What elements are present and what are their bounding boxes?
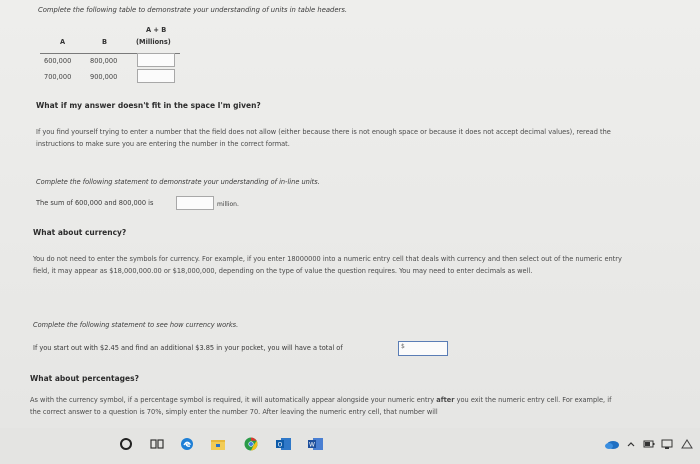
currency-total-input[interactable]: $ (398, 341, 448, 356)
currency-heading: What about currency? (33, 228, 127, 237)
worksheet-page: Complete the following table to demonstr… (0, 0, 700, 428)
battery-icon[interactable] (642, 436, 656, 450)
table-instructions: Complete the following table to demonstr… (38, 6, 348, 14)
units-table: A B A + B (Millions) 600,000 800,000 700… (40, 22, 190, 86)
percent-heading: What about percentages? (30, 374, 139, 383)
header-sum-top: A + B (146, 26, 167, 34)
row1-b: 800,000 (90, 57, 118, 65)
outlook-icon[interactable]: O (276, 436, 291, 450)
header-a: A (60, 38, 66, 46)
edge-icon[interactable] (180, 436, 194, 450)
chrome-icon[interactable] (244, 436, 258, 451)
currency-body: You do not need to enter the symbols for… (33, 255, 622, 275)
fit-body: If you find yourself trying to enter a n… (36, 128, 611, 148)
chevron-up-icon[interactable] (626, 436, 640, 450)
word-icon[interactable]: W (308, 436, 323, 450)
row2-a: 700,000 (44, 73, 72, 81)
taskbar: O W (0, 428, 700, 464)
header-b: B (102, 38, 108, 46)
svg-text:W: W (309, 442, 315, 449)
row2-b: 900,000 (90, 73, 118, 81)
inline-sentence: The sum of 600,000 and 800,000 is (36, 199, 154, 207)
row2-sum-input[interactable] (137, 69, 175, 83)
notification-icon[interactable] (680, 436, 694, 450)
percent-body-pre: As with the currency symbol, if a percen… (30, 396, 435, 404)
task-view-icon[interactable] (150, 436, 164, 450)
percent-body: As with the currency symbol, if a percen… (30, 394, 620, 418)
percent-body-bold: after (436, 396, 455, 404)
row1-a: 600,000 (44, 57, 72, 65)
inline-sum-input[interactable] (176, 196, 214, 210)
file-explorer-icon[interactable] (210, 436, 225, 450)
fit-heading: What if my answer doesn't fit in the spa… (36, 101, 261, 110)
currency-sentence: If you start out with $2.45 and find an … (33, 344, 343, 352)
search-circle-icon[interactable] (120, 438, 132, 450)
header-sum-bottom: (Millions) (136, 38, 171, 46)
row1-sum-input[interactable] (137, 53, 175, 67)
network-icon[interactable] (660, 436, 674, 450)
inline-prompt: Complete the following statement to demo… (36, 178, 320, 186)
inline-unit: million. (217, 201, 239, 208)
currency-prompt: Complete the following statement to see … (33, 321, 239, 329)
svg-text:O: O (278, 442, 283, 449)
currency-prefix: $ (401, 343, 405, 350)
onedrive-icon[interactable] (604, 436, 619, 450)
